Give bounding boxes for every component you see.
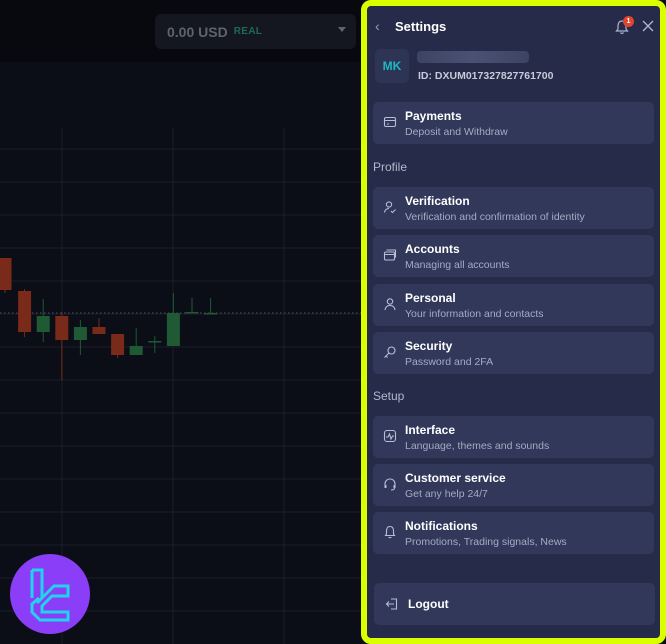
candle-body: [92, 327, 106, 334]
menu-item-subtitle: Promotions, Trading signals, News: [405, 536, 567, 548]
notification-count-badge: 1: [623, 16, 634, 27]
logout-button[interactable]: Logout: [374, 583, 655, 625]
menu-item-subtitle: Language, themes and sounds: [405, 440, 550, 452]
menu-item-security[interactable]: Security Password and 2FA: [373, 332, 654, 374]
logout-icon: [385, 598, 398, 610]
candle-body: [166, 313, 180, 346]
menu-item-title: Security: [405, 339, 453, 353]
cards-icon: [383, 249, 397, 261]
menu-item-subtitle: Get any help 24/7: [405, 488, 488, 500]
username-redacted: [417, 51, 529, 63]
account-type-label: REAL: [233, 26, 263, 37]
close-icon[interactable]: [641, 19, 655, 33]
wallet-icon: [383, 116, 397, 128]
balance-selector[interactable]: 0.00 USD REAL: [155, 14, 356, 49]
candle-body: [55, 316, 69, 340]
logo-mark-icon: [30, 568, 70, 622]
menu-item-title: Accounts: [405, 242, 460, 256]
menu-item-personal[interactable]: Personal Your information and contacts: [373, 284, 654, 326]
menu-item-verification[interactable]: Verification Verification and confirmati…: [373, 187, 654, 229]
settings-panel: ‹ Settings 1 MK ID: DXUM017327827761700: [361, 0, 666, 644]
logout-label: Logout: [408, 597, 449, 611]
candle-body: [148, 341, 162, 343]
menu-item-subtitle: Password and 2FA: [405, 356, 494, 368]
user-profile: MK ID: DXUM017327827761700: [375, 49, 655, 87]
menu-item-title: Payments: [405, 109, 462, 123]
menu-item-accounts[interactable]: Accounts Managing all accounts: [373, 235, 654, 277]
section-label-profile: Profile: [373, 160, 408, 174]
menu-item-interface[interactable]: Interface Language, themes and sounds: [373, 416, 654, 458]
settings-title: Settings: [395, 19, 447, 34]
back-chevron-icon[interactable]: ‹: [375, 18, 380, 34]
section-label-setup: Setup: [373, 389, 405, 403]
menu-item-title: Verification: [405, 194, 470, 208]
user-id: ID: DXUM017327827761700: [418, 70, 554, 82]
candle-body: [18, 291, 32, 332]
brand-logo: [10, 554, 90, 634]
menu-item-payments[interactable]: Payments Deposit and Withdraw: [373, 102, 654, 144]
menu-item-subtitle: Your information and contacts: [405, 308, 544, 320]
chevron-down-icon: [338, 27, 346, 32]
menu-item-title: Customer service: [405, 471, 506, 485]
candle-body: [111, 334, 125, 355]
menu-item-title: Interface: [405, 423, 456, 437]
menu-item-title: Notifications: [405, 519, 478, 533]
candle-body: [204, 313, 218, 315]
menu-item-customer-service[interactable]: Customer service Get any help 24/7: [373, 464, 654, 506]
headset-icon: [384, 478, 396, 491]
user-icon: [384, 298, 396, 311]
candle-body: [73, 327, 87, 340]
user-check-icon: [383, 201, 396, 214]
avatar: MK: [375, 49, 409, 83]
candle-body: [36, 316, 50, 332]
menu-item-notifications[interactable]: Notifications Promotions, Trading signal…: [373, 512, 654, 554]
menu-item-subtitle: Managing all accounts: [405, 259, 510, 271]
candle-body: [0, 258, 12, 290]
settings-header: ‹ Settings 1: [367, 12, 660, 40]
balance-amount: 0.00 USD: [167, 23, 228, 40]
candle-body: [129, 346, 143, 355]
top-bar: 0.00 USD REAL: [0, 0, 362, 62]
candle-body: [185, 312, 199, 314]
app: 0.00 USD REAL ‹ Settings 1 MK ID: DXUM01…: [0, 0, 666, 644]
bell-icon: [384, 525, 396, 539]
menu-item-title: Personal: [405, 291, 456, 305]
key-icon: [384, 346, 396, 358]
menu-item-subtitle: Deposit and Withdraw: [405, 126, 508, 138]
menu-item-subtitle: Verification and confirmation of identit…: [405, 211, 585, 223]
interface-icon: [383, 429, 397, 443]
